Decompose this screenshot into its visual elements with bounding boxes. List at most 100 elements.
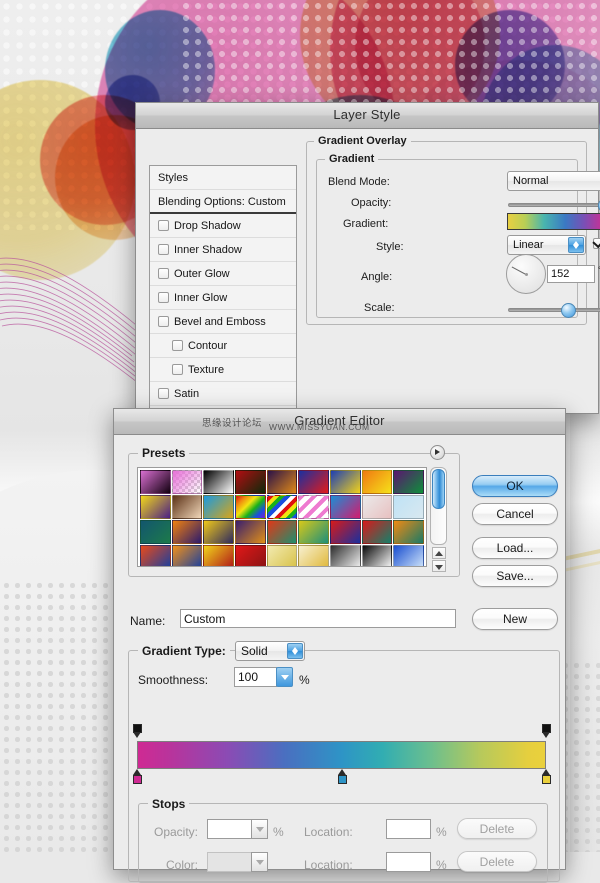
preset-swatch[interactable]: [266, 520, 298, 544]
preset-swatch[interactable]: [266, 470, 298, 494]
angle-input[interactable]: 152: [547, 265, 595, 283]
presets-grid[interactable]: [137, 467, 427, 567]
preset-swatch[interactable]: [171, 545, 203, 566]
effect-checkbox[interactable]: [158, 244, 169, 255]
color-stop-marker[interactable]: [132, 769, 143, 784]
preset-swatch[interactable]: [329, 545, 361, 566]
align-layer-checkbox[interactable]: [593, 238, 600, 249]
preset-swatch[interactable]: [234, 520, 266, 544]
preset-swatch[interactable]: [203, 545, 234, 566]
preset-swatch[interactable]: [298, 520, 329, 544]
preset-swatch[interactable]: [234, 470, 266, 494]
gradient-type-label: Gradient Type:: [138, 644, 230, 658]
preset-swatch[interactable]: [140, 470, 171, 494]
effect-checkbox[interactable]: [158, 268, 169, 279]
preset-swatch[interactable]: [266, 495, 298, 519]
scale-slider-knob[interactable]: [561, 303, 576, 318]
gradient-type-select[interactable]: Solid: [235, 641, 305, 661]
presets-scrollbar-thumb[interactable]: [432, 469, 445, 509]
ok-button[interactable]: OK: [472, 475, 558, 497]
stop-opacity-location-unit: %: [436, 825, 447, 839]
style-select[interactable]: Linear: [507, 235, 586, 255]
new-button[interactable]: New: [472, 608, 558, 630]
effect-checkbox[interactable]: [158, 388, 169, 399]
opacity-stop-marker[interactable]: [541, 724, 552, 739]
preset-swatch[interactable]: [140, 495, 171, 519]
preset-swatch[interactable]: [203, 470, 234, 494]
smoothness-dropdown[interactable]: [276, 667, 293, 687]
opacity-stop-marker[interactable]: [132, 724, 143, 739]
stop-color-location-input[interactable]: [386, 852, 431, 872]
style-effect-row-inner-glow[interactable]: Inner Glow: [150, 286, 296, 310]
preset-swatch[interactable]: [140, 545, 171, 566]
preset-swatch[interactable]: [329, 520, 361, 544]
preset-swatch[interactable]: [266, 545, 298, 566]
stop-color-input[interactable]: [207, 852, 252, 872]
effect-checkbox[interactable]: [172, 364, 183, 375]
style-effect-row-contour[interactable]: Contour: [150, 334, 296, 358]
style-effect-row-bevel-and-emboss[interactable]: Bevel and Emboss: [150, 310, 296, 334]
stop-opacity-input[interactable]: [207, 819, 252, 839]
preset-swatch[interactable]: [298, 545, 329, 566]
preset-swatch[interactable]: [171, 470, 203, 494]
scale-slider-track[interactable]: [508, 308, 600, 312]
preset-swatch[interactable]: [234, 545, 266, 566]
name-input[interactable]: Custom: [180, 609, 456, 628]
angle-dial[interactable]: [506, 254, 546, 294]
delete-opacity-stop-button[interactable]: Delete: [457, 818, 537, 839]
save-button[interactable]: Save...: [472, 565, 558, 587]
color-stop-marker[interactable]: [337, 769, 348, 784]
blending-options-row[interactable]: Blending Options: Custom: [150, 190, 296, 214]
style-effect-row-outer-glow[interactable]: Outer Glow: [150, 262, 296, 286]
style-effect-row-drop-shadow[interactable]: Drop Shadow: [150, 214, 296, 238]
style-effect-row-texture[interactable]: Texture: [150, 358, 296, 382]
effect-checkbox[interactable]: [158, 220, 169, 231]
style-effect-row-satin[interactable]: Satin: [150, 382, 296, 406]
color-stop-marker[interactable]: [541, 769, 552, 784]
chevron-updown-icon-type: [287, 643, 303, 659]
stop-color-dropdown[interactable]: [251, 852, 268, 872]
preset-swatch[interactable]: [361, 545, 393, 566]
preset-swatch[interactable]: [361, 470, 393, 494]
preset-swatch[interactable]: [329, 470, 361, 494]
preset-swatch[interactable]: [393, 520, 424, 544]
gradient-ramp[interactable]: [137, 741, 546, 769]
preset-swatch[interactable]: [203, 495, 234, 519]
gradient-editor-titlebar[interactable]: Gradient Editor 思缘设计论坛 WWW.MISSYUAN.COM: [114, 409, 565, 435]
preset-swatch[interactable]: [171, 520, 203, 544]
preset-swatch[interactable]: [203, 520, 234, 544]
preset-swatch[interactable]: [234, 495, 266, 519]
preset-swatch[interactable]: [298, 495, 329, 519]
load-button[interactable]: Load...: [472, 537, 558, 559]
scroll-up-arrow-icon[interactable]: [432, 547, 446, 559]
preset-swatch[interactable]: [361, 520, 393, 544]
opacity-slider-track[interactable]: [508, 203, 600, 207]
smoothness-input[interactable]: 100: [234, 667, 277, 687]
presets-options-icon[interactable]: [430, 445, 445, 460]
delete-color-stop-button[interactable]: Delete: [457, 851, 537, 872]
effect-label: Inner Glow: [174, 292, 228, 304]
preset-swatch[interactable]: [298, 470, 329, 494]
scroll-down-arrow-icon[interactable]: [432, 560, 446, 572]
effect-checkbox[interactable]: [158, 316, 169, 327]
preset-swatch[interactable]: [393, 470, 424, 494]
effect-checkbox[interactable]: [158, 292, 169, 303]
preset-swatch[interactable]: [361, 495, 393, 519]
stop-opacity-location-input[interactable]: [386, 819, 431, 839]
stop-opacity-dropdown[interactable]: [251, 819, 268, 839]
preset-swatch[interactable]: [140, 520, 171, 544]
style-effect-row-inner-shadow[interactable]: Inner Shadow: [150, 238, 296, 262]
effect-checkbox[interactable]: [172, 340, 183, 351]
preset-swatch[interactable]: [329, 495, 361, 519]
blend-mode-select[interactable]: Normal: [507, 171, 600, 191]
layer-style-titlebar[interactable]: Layer Style: [136, 103, 598, 129]
styles-list-header[interactable]: Styles: [150, 166, 296, 190]
gradient-swatch[interactable]: [507, 213, 600, 230]
blend-mode-label: Blend Mode:: [328, 176, 390, 188]
styles-list[interactable]: Styles Blending Options: Custom Drop Sha…: [149, 165, 297, 433]
effect-label: Bevel and Emboss: [174, 316, 266, 328]
preset-swatch[interactable]: [393, 545, 424, 566]
cancel-button[interactable]: Cancel: [472, 503, 558, 525]
preset-swatch[interactable]: [171, 495, 203, 519]
preset-swatch[interactable]: [393, 495, 424, 519]
